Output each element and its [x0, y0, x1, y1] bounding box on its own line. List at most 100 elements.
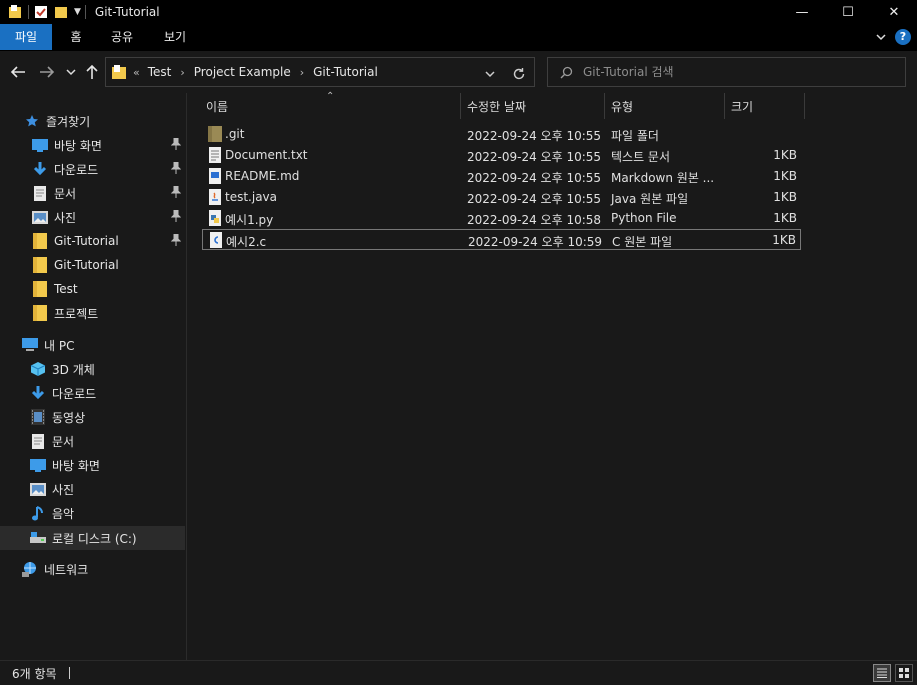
sidebar-quick-access[interactable]: 즐겨찾기 [0, 109, 185, 133]
tab-home[interactable]: 홈 [58, 24, 94, 50]
star-icon [24, 113, 40, 129]
up-arrow-icon[interactable] [85, 64, 99, 80]
sort-ascending-icon: ⌃ [326, 91, 335, 102]
column-header-type[interactable]: 유형 [611, 93, 633, 119]
file-type: Python File [611, 211, 677, 225]
checklist-icon[interactable] [34, 5, 48, 19]
file-row[interactable]: README.md 2022-09-24 오후 10:55 Markdown 원… [202, 166, 801, 187]
sidebar-item-3d-objects[interactable]: 3D 개체 [0, 357, 185, 381]
breadcrumb-git-tutorial[interactable]: Git-Tutorial [313, 65, 378, 79]
help-icon[interactable]: ? [895, 29, 911, 45]
sidebar-item-pc-pictures[interactable]: 사진 [0, 477, 185, 501]
expand-ribbon-chevron-icon[interactable] [875, 31, 887, 43]
file-date: 2022-09-24 오후 10:59 [468, 235, 603, 249]
download-icon [32, 161, 48, 177]
tab-file[interactable]: 파일 [0, 24, 52, 50]
file-row[interactable]: Document.txt 2022-09-24 오후 10:55 텍스트 문서 … [202, 145, 801, 166]
network-icon [22, 561, 38, 577]
file-size: 1KB [773, 211, 797, 225]
computer-icon [22, 337, 38, 353]
sidebar-this-pc[interactable]: 내 PC [0, 333, 185, 357]
large-icons-view-icon[interactable] [895, 664, 913, 682]
breadcrumb-test[interactable]: Test [148, 65, 172, 79]
file-type: Java 원본 파일 [611, 192, 689, 206]
pin-icon[interactable] [171, 210, 181, 222]
close-icon[interactable]: ✕ [871, 0, 917, 24]
sidebar-item-label: Git-Tutorial [54, 258, 119, 272]
sidebar-item-videos[interactable]: 동영상 [0, 405, 185, 429]
sidebar-item-local-disk[interactable]: 로컬 디스크 (C:) [0, 526, 185, 550]
file-row[interactable]: test.java 2022-09-24 오후 10:55 Java 원본 파일… [202, 187, 801, 208]
new-folder-icon[interactable] [54, 5, 68, 19]
column-divider[interactable] [724, 93, 725, 119]
sidebar-item-git-tutorial-pinned[interactable]: Git-Tutorial [0, 229, 185, 253]
pin-icon[interactable] [171, 138, 181, 150]
forward-arrow-icon[interactable] [39, 65, 55, 79]
sidebar-item-project[interactable]: 프로젝트 [0, 301, 185, 325]
sidebar-item-label: 문서 [52, 434, 75, 449]
column-header-name[interactable]: 이름 [206, 93, 228, 119]
column-divider[interactable] [460, 93, 461, 119]
sidebar-item-pc-desktop[interactable]: 바탕 화면 [0, 453, 185, 477]
sidebar-item-label: Test [54, 282, 78, 296]
address-history-chevron-icon[interactable] [484, 68, 496, 80]
refresh-icon[interactable] [512, 67, 526, 81]
search-box[interactable] [547, 57, 906, 87]
column-divider[interactable] [604, 93, 605, 119]
breadcrumb-separator-icon[interactable]: › [300, 66, 304, 79]
folder-icon [32, 257, 48, 273]
sidebar-item-pc-documents[interactable]: 문서 [0, 429, 185, 453]
file-type: 텍스트 문서 [611, 150, 671, 164]
details-view-icon[interactable] [873, 664, 891, 682]
sidebar-item-documents[interactable]: 문서 [0, 181, 185, 205]
sidebar-item-test[interactable]: Test [0, 277, 185, 301]
tab-share[interactable]: 공유 [100, 24, 144, 50]
minimize-icon[interactable]: — [779, 0, 825, 24]
customize-toolbar-chevron-icon[interactable]: ▼ [74, 7, 81, 17]
sidebar-item-label: 다운로드 [54, 162, 99, 177]
file-name: test.java [225, 190, 278, 204]
sidebar-item-pictures[interactable]: 사진 [0, 205, 185, 229]
pin-icon[interactable] [171, 186, 181, 198]
music-icon [30, 505, 46, 521]
file-row[interactable]: .git 2022-09-24 오후 10:55 파일 폴더 [202, 124, 801, 145]
file-name: 예시1.py [225, 213, 274, 227]
file-date: 2022-09-24 오후 10:55 [467, 171, 602, 185]
breadcrumb-project-example[interactable]: Project Example [194, 65, 291, 79]
sidebar-item-downloads[interactable]: 다운로드 [0, 157, 185, 181]
sidebar-network[interactable]: 네트워크 [0, 557, 185, 581]
pin-icon[interactable] [171, 234, 181, 246]
column-header-size[interactable]: 크기 [731, 93, 753, 119]
toolbar-separator [28, 5, 29, 19]
drive-icon [30, 530, 46, 546]
sidebar-item-pc-downloads[interactable]: 다운로드 [0, 381, 185, 405]
breadcrumb-separator-icon[interactable]: › [180, 66, 184, 79]
sidebar-item-label: 로컬 디스크 (C:) [52, 531, 137, 546]
quick-access-toolbar: ▼ [0, 0, 91, 24]
back-arrow-icon[interactable] [10, 65, 26, 79]
java-file-icon [209, 189, 221, 205]
pin-icon[interactable] [171, 162, 181, 174]
toolbar-separator [84, 5, 86, 19]
tab-view[interactable]: 보기 [152, 24, 198, 50]
folder-properties-icon[interactable] [8, 5, 22, 19]
file-row-selected[interactable]: 예시2.c 2022-09-24 오후 10:59 C 원본 파일 1KB [202, 229, 801, 250]
document-icon [32, 185, 48, 201]
address-bar-controls [484, 64, 526, 81]
window-controls: — ☐ ✕ [779, 0, 917, 24]
address-bar[interactable]: « Test › Project Example › Git-Tutorial [105, 57, 535, 87]
breadcrumb-overflow[interactable]: « [133, 66, 140, 79]
search-input[interactable] [583, 65, 883, 79]
column-header-date[interactable]: 수정한 날짜 [467, 93, 526, 119]
recent-locations-chevron-icon[interactable] [66, 68, 76, 76]
sidebar-item-label: 동영상 [52, 410, 86, 425]
file-date: 2022-09-24 오후 10:55 [467, 129, 602, 143]
sidebar-item-desktop[interactable]: 바탕 화면 [0, 133, 185, 157]
column-divider[interactable] [804, 93, 805, 119]
file-row[interactable]: 예시1.py 2022-09-24 오후 10:58 Python File 1… [202, 208, 801, 229]
sidebar-item-music[interactable]: 음악 [0, 501, 185, 525]
maximize-icon[interactable]: ☐ [825, 0, 871, 24]
sidebar-item-label: 사진 [54, 210, 77, 225]
file-type: C 원본 파일 [612, 235, 673, 249]
sidebar-item-git-tutorial[interactable]: Git-Tutorial [0, 253, 185, 277]
